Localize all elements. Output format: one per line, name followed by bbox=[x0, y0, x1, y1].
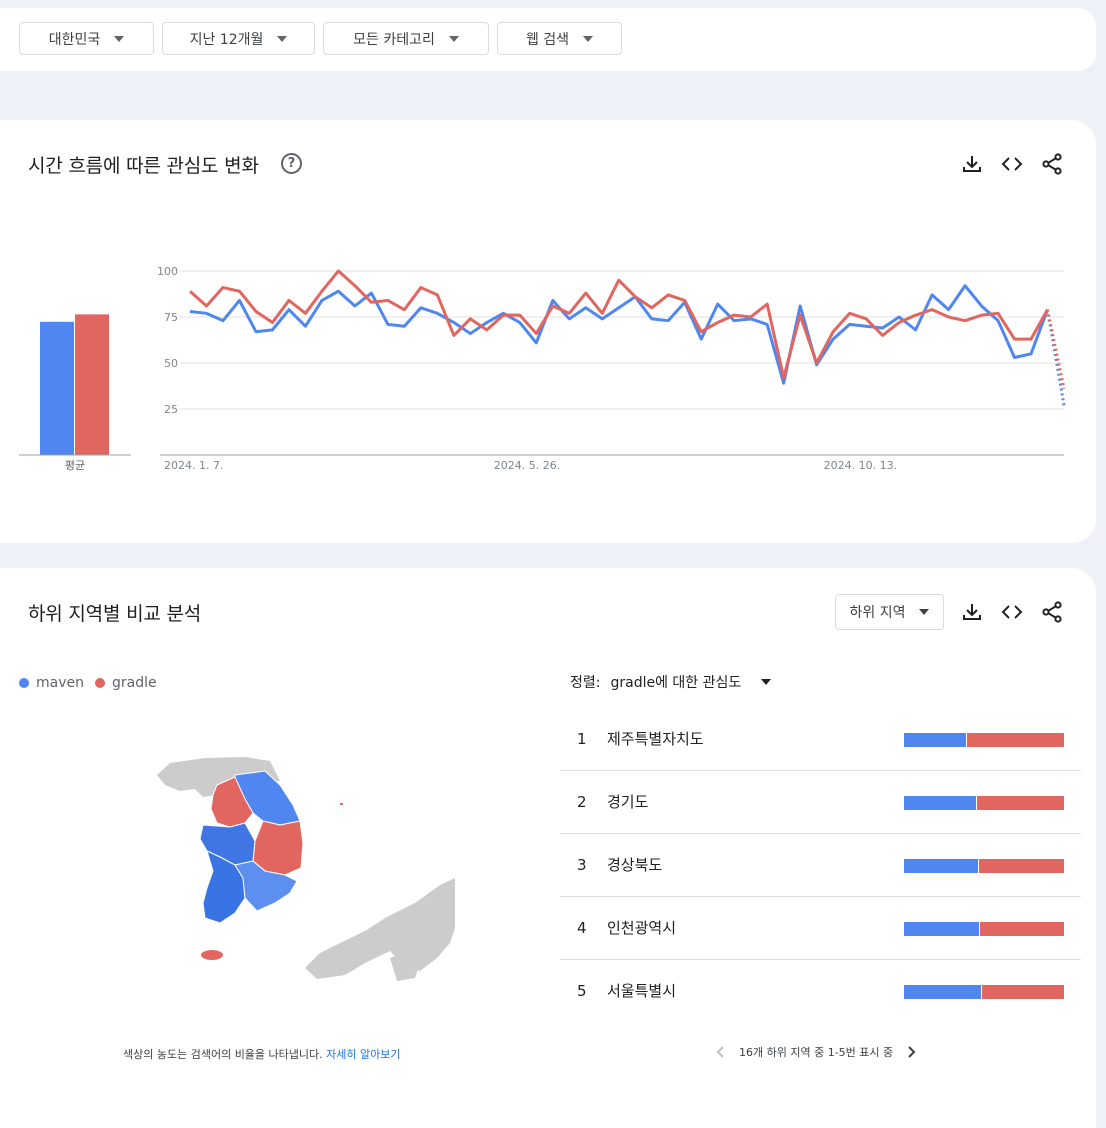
share-bar-gradle bbox=[977, 796, 1064, 810]
card-title: 시간 흐름에 따른 관심도 변화 bbox=[28, 155, 259, 177]
legend-label-maven: maven bbox=[36, 675, 84, 691]
rank-number: 2 bbox=[577, 793, 587, 811]
region-name: 인천광역시 bbox=[607, 919, 677, 937]
pager-text: 16개 하위 지역 중 1-5번 표시 중 bbox=[739, 1046, 894, 1059]
y-tick-label: 100 bbox=[157, 265, 178, 278]
subregion-select[interactable]: 하위 지역 bbox=[835, 594, 944, 630]
share-bar bbox=[904, 922, 1064, 936]
filter-category-label: 모든 카테고리 bbox=[353, 31, 435, 48]
korea-region-map bbox=[157, 757, 455, 981]
share-bar-maven bbox=[904, 922, 980, 936]
share-icon[interactable] bbox=[1040, 600, 1064, 624]
share-bar bbox=[904, 859, 1064, 873]
x-tick-label: 2024. 1. 7. bbox=[164, 459, 223, 472]
caret-down-icon bbox=[277, 35, 288, 42]
legend-item-gradle: gradle bbox=[95, 675, 157, 691]
list-item[interactable]: 1 제주특별자치도 bbox=[560, 708, 1081, 771]
series-partial-gradle bbox=[1046, 309, 1066, 390]
embed-code-icon[interactable] bbox=[1000, 152, 1024, 176]
series-line-maven bbox=[189, 284, 1049, 385]
rank-number: 5 bbox=[577, 982, 587, 1000]
share-bar-maven bbox=[904, 859, 978, 873]
x-tick-label: 2024. 10. 13. bbox=[824, 459, 897, 472]
list-item[interactable]: 5 서울특별시 bbox=[560, 960, 1081, 1023]
rank-number: 4 bbox=[577, 919, 587, 937]
chevron-right-icon[interactable] bbox=[905, 1045, 917, 1059]
map-footnote: 색상의 농도는 검색어의 비율을 나타냅니다. 자세히 알아보기 bbox=[123, 1046, 401, 1062]
share-bar-gradle bbox=[981, 985, 1064, 999]
list-item[interactable]: 4 인천광역시 bbox=[560, 897, 1081, 960]
card-title: 하위 지역별 비교 분석 bbox=[28, 603, 202, 625]
share-bar-maven bbox=[904, 796, 976, 810]
chevron-left-icon[interactable] bbox=[715, 1045, 727, 1059]
caret-down-icon bbox=[448, 35, 459, 42]
share-bar-gradle bbox=[978, 859, 1064, 873]
average-label: 평균 bbox=[65, 459, 85, 472]
learn-more-link[interactable]: 자세히 알아보기 bbox=[326, 1048, 400, 1061]
y-tick-label: 25 bbox=[164, 403, 178, 416]
map-land-japan bbox=[305, 878, 455, 979]
share-bar bbox=[904, 733, 1064, 747]
filter-bar: 대한민국 지난 12개월 모든 카테고리 웹 검색 bbox=[0, 8, 1096, 71]
map-region-jeju[interactable] bbox=[201, 950, 223, 960]
share-bar-gradle bbox=[980, 922, 1064, 936]
download-icon[interactable] bbox=[960, 152, 984, 176]
region-name: 서울특별시 bbox=[607, 982, 677, 1000]
average-bar-chart: 평균 bbox=[19, 314, 131, 472]
share-bar-maven bbox=[904, 733, 967, 747]
caret-down-icon bbox=[114, 35, 125, 42]
share-bar-gradle bbox=[967, 733, 1064, 747]
region-name: 경기도 bbox=[607, 793, 649, 811]
region-comparison-card: 하위 지역별 비교 분석 하위 지역 maven gradle 색상의 농도는 … bbox=[0, 568, 1096, 1128]
caret-down-icon bbox=[583, 35, 594, 42]
rank-number: 1 bbox=[577, 730, 587, 748]
map-region-dokdo bbox=[340, 803, 343, 805]
legend-label-gradle: gradle bbox=[112, 675, 157, 691]
subregion-select-label: 하위 지역 bbox=[849, 605, 906, 621]
sort-label: 정렬: bbox=[570, 675, 601, 691]
region-name: 제주특별자치도 bbox=[607, 730, 704, 748]
help-icon[interactable]: ? bbox=[281, 153, 302, 174]
download-icon[interactable] bbox=[960, 600, 984, 624]
filter-region-button[interactable]: 대한민국 bbox=[19, 22, 154, 55]
sort-value: gradle에 대한 관심도 bbox=[610, 675, 742, 691]
filter-region-label: 대한민국 bbox=[48, 31, 101, 48]
filter-category-button[interactable]: 모든 카테고리 bbox=[323, 22, 489, 55]
share-icon[interactable] bbox=[1040, 152, 1064, 176]
share-bar bbox=[904, 985, 1064, 999]
caret-down-icon bbox=[761, 679, 772, 685]
y-tick-label: 50 bbox=[164, 357, 178, 370]
series-partial-maven bbox=[1046, 309, 1066, 406]
average-bar-maven bbox=[40, 321, 74, 455]
filter-period-button[interactable]: 지난 12개월 bbox=[162, 22, 315, 55]
interest-over-time-card: 시간 흐름에 따른 관심도 변화 ? 평균 25 50 75 100 2024. 1.… bbox=[0, 120, 1096, 543]
list-item[interactable]: 2 경기도 bbox=[560, 771, 1081, 834]
legend-item-maven: maven bbox=[19, 675, 84, 691]
x-tick-label: 2024. 5. 26. bbox=[494, 459, 560, 472]
y-tick-label: 75 bbox=[164, 311, 178, 324]
legend-dot-gradle bbox=[95, 678, 105, 688]
caret-down-icon bbox=[919, 609, 930, 615]
legend-dot-maven bbox=[19, 678, 29, 688]
filter-period-label: 지난 12개월 bbox=[189, 31, 264, 48]
map-region-chungcheong[interactable] bbox=[199, 822, 256, 866]
filter-search-type-label: 웹 검색 bbox=[525, 31, 570, 48]
footnote-text: 색상의 농도는 검색어의 비율을 나타냅니다. bbox=[123, 1048, 323, 1061]
list-item[interactable]: 3 경상북도 bbox=[560, 834, 1081, 897]
pagination: 16개 하위 지역 중 1-5번 표시 중 bbox=[715, 1044, 917, 1060]
average-bar-gradle bbox=[75, 314, 109, 455]
share-bar bbox=[904, 796, 1064, 810]
embed-code-icon[interactable] bbox=[1000, 600, 1024, 624]
filter-search-type-button[interactable]: 웹 검색 bbox=[497, 22, 622, 55]
interest-line-chart: 25 50 75 100 2024. 1. 7. 2024. 5. 26. 2024. 1… bbox=[157, 265, 1066, 472]
rank-number: 3 bbox=[577, 856, 587, 874]
sort-control[interactable]: 정렬: gradle에 대한 관심도 bbox=[570, 672, 772, 692]
region-name: 경상북도 bbox=[607, 856, 663, 874]
share-bar-maven bbox=[904, 985, 981, 999]
